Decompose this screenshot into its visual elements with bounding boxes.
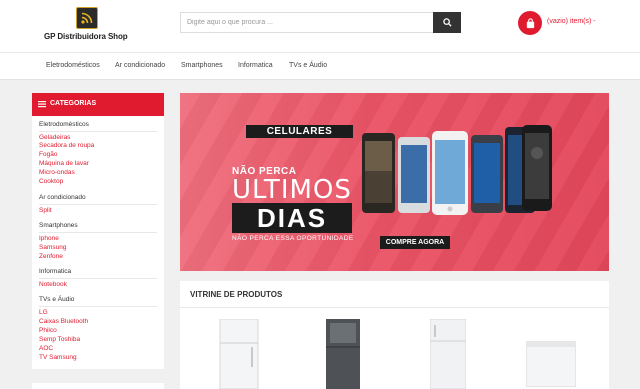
shopping-bag-icon: [518, 11, 542, 35]
subcategory-split[interactable]: Split: [39, 207, 52, 215]
cart-button[interactable]: (vazio) item(s) -: [518, 11, 640, 35]
category-divider: [39, 131, 157, 132]
category-tvs-audio[interactable]: TVs e Áudio: [39, 296, 74, 303]
search-icon: [442, 18, 452, 27]
main-nav: Eletrodomésticos Ar condicionado Smartph…: [0, 52, 640, 80]
categories-header: CATEGORIAS: [32, 93, 164, 116]
menu-icon: [38, 101, 46, 108]
banner-tag: CELULARES: [246, 125, 353, 138]
product-showcase: VITRINE DE PRODUTOS: [180, 281, 609, 389]
showcase-title: VITRINE DE PRODUTOS: [190, 290, 283, 299]
nav-item-eletrodomesticos[interactable]: Eletrodomésticos: [46, 62, 100, 69]
search-input[interactable]: [180, 12, 433, 33]
categories-title: CATEGORIAS: [50, 100, 97, 107]
subcategory-samsung[interactable]: Samsung: [39, 244, 66, 252]
rss-logo-icon: [76, 7, 98, 29]
banner-headline-box: DIAS: [232, 203, 352, 233]
category-smartphones[interactable]: Smartphones: [39, 222, 78, 229]
product-image-white-fridge-2[interactable]: [430, 319, 466, 389]
subcategory-philco[interactable]: Philco: [39, 327, 57, 335]
cart-label: (vazio) item(s) -: [547, 18, 596, 25]
subcategory-lg[interactable]: LG: [39, 309, 48, 317]
site-header: GP Distribuidora Shop (vazio) item(s) -: [0, 0, 640, 52]
nav-item-tvs-audio[interactable]: TVs e Áudio: [289, 62, 327, 69]
sidebar-next-panel: [32, 383, 164, 389]
subcategory-semp-toshiba[interactable]: Semp Toshiba: [39, 336, 80, 344]
product-image-freezer[interactable]: [526, 341, 576, 387]
compre-agora-button[interactable]: COMPRE AGORA: [380, 236, 450, 249]
logo[interactable]: GP Distribuidora Shop: [44, 7, 134, 45]
category-ar-condicionado[interactable]: Ar condicionado: [39, 194, 86, 201]
category-divider: [39, 232, 157, 233]
logo-text: GP Distribuidora Shop: [44, 32, 128, 41]
showcase-divider: [180, 307, 609, 308]
subcategory-iphone[interactable]: Iphone: [39, 235, 59, 243]
category-divider: [39, 204, 157, 205]
subcategory-aoc[interactable]: AOC: [39, 345, 53, 353]
categories-sidebar: CATEGORIAS Eletrodomésticos Geladeiras S…: [32, 93, 164, 369]
product-image-white-fridge[interactable]: [218, 319, 260, 389]
subcategory-maquina-lavar[interactable]: Máquina de lavar: [39, 160, 89, 168]
category-eletrodomesticos[interactable]: Eletrodomésticos: [39, 121, 89, 128]
subcategory-cooktop[interactable]: Cooktop: [39, 178, 63, 186]
search-bar: [180, 12, 461, 33]
product-image-inox-fridge[interactable]: [326, 319, 360, 389]
subcategory-notebook[interactable]: Notebook: [39, 281, 67, 289]
category-divider: [39, 306, 157, 307]
search-button[interactable]: [433, 12, 461, 33]
subcategory-caixas-bluetooth[interactable]: Caixas Bluetooth: [39, 318, 88, 326]
nav-item-smartphones[interactable]: Smartphones: [181, 62, 223, 69]
smartphones-image: [362, 125, 552, 215]
subcategory-zenfone[interactable]: Zenfone: [39, 253, 63, 261]
nav-item-informatica[interactable]: Informatica: [238, 62, 273, 69]
nav-item-ar-condicionado[interactable]: Ar condicionado: [115, 62, 165, 69]
category-informatica[interactable]: Informatica: [39, 268, 71, 275]
banner-headline-big: ULTIMOS: [232, 175, 352, 205]
promo-banner[interactable]: CELULARES NÃO PERCA ULTIMOS DIAS NÃO PER…: [180, 93, 609, 271]
subcategory-fogao[interactable]: Fogão: [39, 151, 57, 159]
subcategory-geladeiras[interactable]: Geladeiras: [39, 134, 70, 142]
category-divider: [39, 278, 157, 279]
subcategory-tv-samsung[interactable]: TV Samsung: [39, 354, 77, 362]
banner-subline: NÃO PERCA ESSA OPORTUNIDADE: [232, 235, 354, 242]
subcategory-secadora[interactable]: Secadora de roupa: [39, 142, 94, 150]
subcategory-micro-ondas[interactable]: Micro-ondas: [39, 169, 75, 177]
